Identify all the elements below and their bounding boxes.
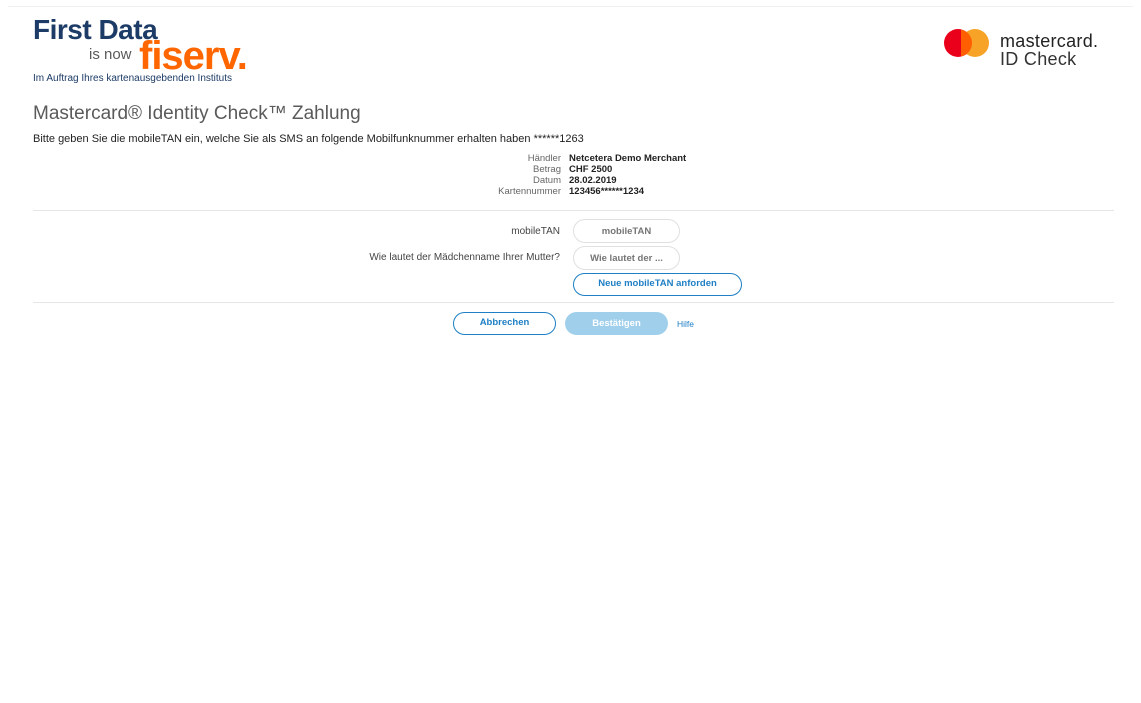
cancel-button[interactable]: Abbrechen [453, 312, 556, 335]
mastercard-id-check-logo: mastercard. ID Check [944, 29, 1124, 73]
detail-label: Betrag [533, 164, 561, 175]
detail-label: Datum [533, 175, 561, 186]
id-check-wordmark: ID Check [1000, 49, 1077, 69]
detail-value: CHF 2500 [569, 164, 613, 175]
detail-value: 28.02.2019 [569, 175, 617, 186]
resend-mobiletan-button[interactable]: Neue mobileTAN anforden [573, 273, 742, 296]
security-question-label: Wie lautet der Mädchenname Ihrer Mutter? [369, 252, 560, 263]
confirm-button[interactable]: Bestätigen [565, 312, 668, 335]
detail-label: Kartennummer [498, 186, 561, 197]
detail-label: Händler [527, 153, 561, 164]
instruction-text: Bitte geben Sie die mobileTAN ein, welch… [33, 133, 584, 145]
issuer-subtitle: Im Auftrag Ihres kartenausgebenden Insti… [33, 73, 233, 84]
mobiletan-label: mobileTAN [511, 226, 560, 237]
detail-row-date: Datum 28.02.2019 [470, 175, 770, 186]
mobiletan-input[interactable] [573, 219, 680, 243]
detail-value: 123456******1234 [569, 186, 645, 197]
help-link[interactable]: Hilfe [677, 319, 694, 329]
first-data-fiserv-logo: First Data is now fiserv. Im Auftrag Ihr… [33, 14, 263, 88]
is-now-text: is now [89, 46, 132, 63]
security-question-input[interactable] [573, 246, 680, 270]
detail-row-amount: Betrag CHF 2500 [470, 164, 770, 175]
detail-row-merchant: Händler Netcetera Demo Merchant [470, 153, 770, 164]
header: First Data is now fiserv. Im Auftrag Ihr… [0, 0, 1141, 100]
detail-value: Netcetera Demo Merchant [569, 153, 687, 164]
transaction-details: Händler Netcetera Demo Merchant Betrag C… [470, 153, 770, 197]
detail-row-card-number: Kartennummer 123456******1234 [470, 186, 770, 197]
divider-bottom [33, 302, 1114, 303]
divider-top [33, 210, 1114, 211]
page-title: Mastercard® Identity Check™ Zahlung [33, 103, 361, 124]
